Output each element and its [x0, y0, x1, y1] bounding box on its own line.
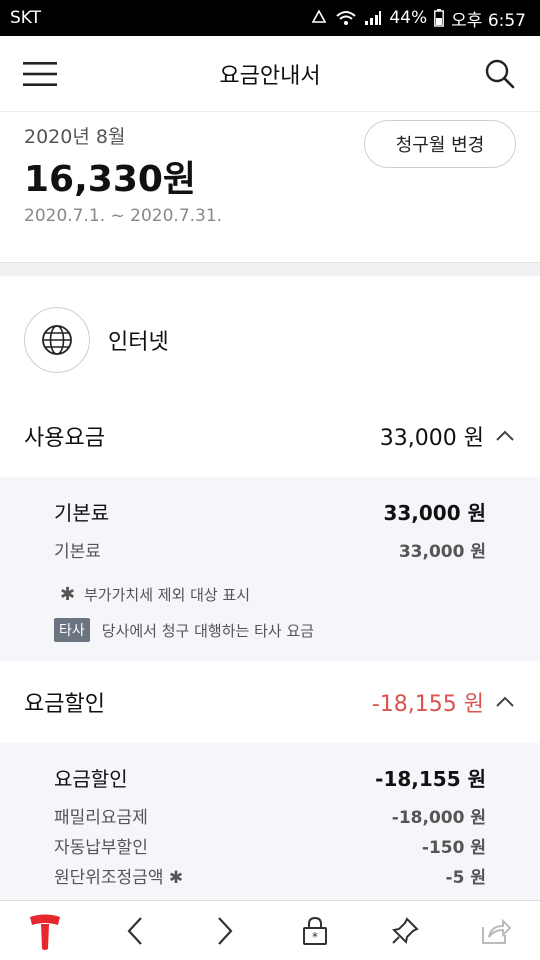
third-party-badge: 타사 — [54, 618, 90, 642]
status-bar: SKT 44% 오후 6:57 — [0, 0, 540, 36]
status-icons: 44% 오후 6:57 — [310, 6, 526, 31]
usage-fee-label: 사용요금 — [24, 426, 105, 451]
signal-icon — [365, 11, 382, 25]
section-divider — [0, 262, 540, 276]
forward-icon[interactable] — [195, 901, 255, 960]
discount-total-value: -18,155 원 — [375, 767, 486, 791]
lock-icon[interactable]: * — [285, 901, 345, 960]
discount-value: -18,155 원 — [371, 692, 484, 717]
base-fee-sub-label: 기본료 — [54, 542, 101, 562]
carrier-label: SKT — [10, 8, 42, 28]
discount-item-value: -18,000 원 — [391, 808, 486, 828]
battery-icon — [434, 9, 445, 27]
base-fee-value: 33,000 원 — [383, 501, 486, 525]
asterisk-icon: ✱ — [60, 584, 76, 605]
vat-exempt-text: 부가가치세 제외 대상 표시 — [84, 586, 251, 604]
bottom-nav: * — [0, 900, 540, 960]
base-fee-label: 기본료 — [54, 501, 110, 525]
base-fee-sub-row: 기본료 33,000 원 — [54, 537, 486, 562]
globe-icon — [24, 307, 90, 373]
discount-item-row: 원단위조정금액 ✱ -5 원 — [54, 863, 486, 888]
back-icon[interactable] — [105, 901, 165, 960]
recycle-icon — [311, 10, 327, 23]
third-party-note: 타사 당사에서 청구 대행하는 타사 요금 — [54, 618, 314, 642]
share-icon[interactable] — [465, 901, 525, 960]
vat-exempt-note: ✱ 부가가치세 제외 대상 표시 — [54, 584, 250, 605]
page-title: 요금안내서 — [219, 63, 321, 89]
discount-item-value: -5 원 — [445, 868, 486, 888]
bill-total-amount: 16,330원 — [24, 159, 197, 200]
pin-icon[interactable] — [375, 901, 435, 960]
chevron-up-icon[interactable] — [494, 425, 516, 447]
svg-text:*: * — [312, 930, 318, 944]
usage-fee-details: 기본료 33,000 원 기본료 33,000 원 ✱ 부가가치세 제외 대상 … — [0, 477, 540, 661]
service-name: 인터넷 — [108, 330, 169, 355]
bill-period: 2020.7.1. ~ 2020.7.31. — [24, 206, 223, 226]
discount-item-label: 원단위조정금액 ✱ — [54, 868, 184, 888]
change-month-button[interactable]: 청구월 변경 — [364, 120, 516, 168]
base-fee-sub-value: 33,000 원 — [398, 542, 486, 562]
service-header: 인터넷 — [0, 276, 540, 396]
discount-details: 요금할인 -18,155 원 패밀리요금제 -18,000 원 자동납부할인 -… — [0, 743, 540, 900]
usage-fee-value: 33,000 원 — [379, 426, 484, 451]
third-party-text: 당사에서 청구 대행하는 타사 요금 — [101, 621, 315, 640]
discount-total-label: 요금할인 — [54, 767, 128, 791]
bill-month: 2020년 8월 — [24, 126, 126, 148]
chevron-up-icon[interactable] — [494, 691, 516, 713]
wifi-icon — [336, 11, 357, 25]
bill-summary: 2020년 8월 16,330원 2020.7.1. ~ 2020.7.31. … — [0, 112, 540, 262]
battery-percent: 44% — [389, 8, 428, 28]
discount-item-value: -150 원 — [421, 838, 486, 858]
hamburger-menu-icon[interactable] — [22, 56, 58, 92]
search-icon[interactable] — [482, 56, 518, 92]
discount-item-label: 패밀리요금제 — [54, 808, 148, 828]
discount-row[interactable]: 요금할인 -18,155 원 — [0, 661, 540, 743]
t-logo-icon[interactable] — [15, 901, 75, 960]
discount-label: 요금할인 — [24, 692, 105, 717]
discount-item-row: 자동납부할인 -150 원 — [54, 833, 486, 858]
usage-fee-row[interactable]: 사용요금 33,000 원 — [0, 395, 540, 477]
discount-item-row: 패밀리요금제 -18,000 원 — [54, 803, 486, 828]
base-fee-row: 기본료 33,000 원 — [54, 497, 486, 526]
discount-total-row: 요금할인 -18,155 원 — [54, 763, 486, 792]
app-header: 요금안내서 — [0, 36, 540, 112]
clock: 오후 6:57 — [451, 10, 526, 31]
discount-item-label: 자동납부할인 — [54, 838, 148, 858]
